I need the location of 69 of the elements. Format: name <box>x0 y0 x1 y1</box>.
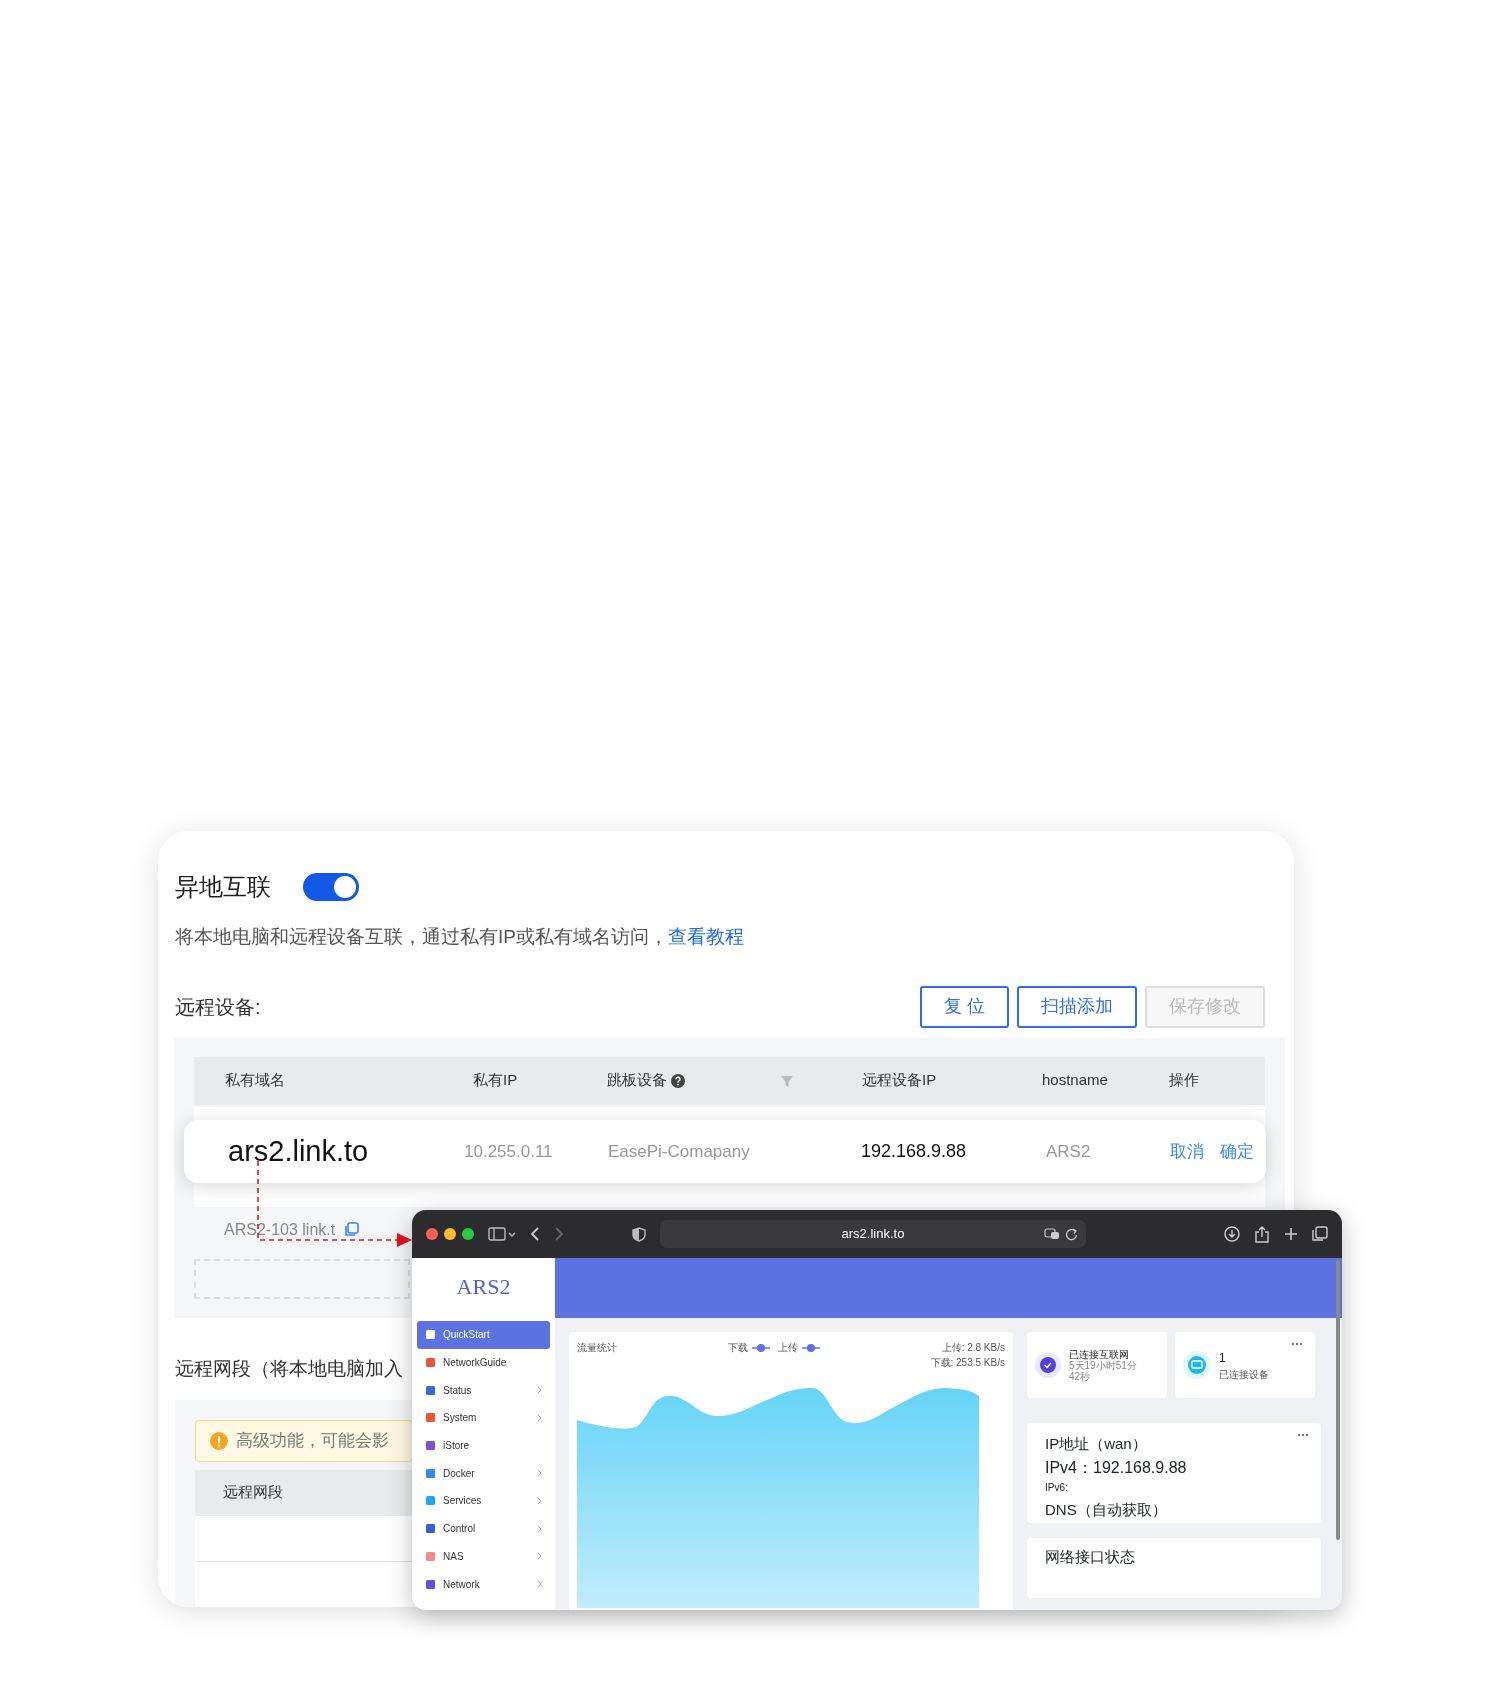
help-icon[interactable] <box>671 1073 685 1088</box>
logo-text: ARS2 <box>455 1273 512 1301</box>
tabs-icon[interactable] <box>1312 1226 1328 1242</box>
download-icon[interactable] <box>1224 1226 1240 1242</box>
action-link[interactable]: 确定 <box>1220 1138 1254 1165</box>
action-link[interactable]: 取消 <box>1170 1138 1204 1165</box>
share-icon[interactable] <box>1254 1225 1270 1243</box>
interface-title: 网络接口状态 <box>1045 1547 1136 1567</box>
column-header: 远程网段 <box>223 1482 283 1503</box>
table-cell-text: 10.255.0.11 <box>464 1140 554 1163</box>
upload-speed: 上传: 2.8 KB/s <box>941 1341 1005 1355</box>
sidebar-item[interactable]: QuickStart <box>417 1321 550 1349</box>
action-button[interactable]: 复 位 <box>920 985 1009 1028</box>
column-header: 私有域名 <box>225 1070 285 1091</box>
section-label: 远程设备: <box>175 994 261 1020</box>
device-icon <box>1183 1351 1211 1379</box>
download-speed: 下载: 253.5 KB/s <box>930 1356 1005 1370</box>
column-header: 私有IP <box>473 1070 518 1091</box>
sidebar-item[interactable]: Services <box>417 1487 550 1515</box>
forward-icon[interactable] <box>554 1227 564 1241</box>
translate-icon[interactable] <box>1044 1227 1060 1241</box>
back-icon[interactable] <box>530 1227 540 1241</box>
url-text: ars2.link.to <box>841 1225 905 1244</box>
sidebar-item[interactable]: NAS <box>417 1542 550 1571</box>
table-cell-text: ARS2 <box>1046 1140 1092 1163</box>
ip-title: IP地址（wan） <box>1045 1434 1148 1454</box>
legend-label: 上传 <box>777 1341 798 1355</box>
column-header: hostname <box>1042 1070 1108 1091</box>
status-text: 已连接互联网 <box>1069 1348 1129 1360</box>
column-header: 跳板设备 <box>607 1070 667 1091</box>
sidebar-item[interactable]: NetworkGuide <box>417 1348 550 1377</box>
uptime-text: 5天19小时51分42秒 <box>1069 1359 1138 1382</box>
description-text: 将本地电脑和远程设备互联，通过私有IP或私有域名访问，查看教程 <box>175 925 745 949</box>
plus-icon[interactable] <box>1284 1227 1298 1241</box>
tutorial-link[interactable]: 查看教程 <box>667 926 744 947</box>
check-icon <box>1035 1352 1061 1378</box>
domain-text: ars2.link.to <box>228 1133 370 1169</box>
section-label: 远程网段（将本地电脑加入 <box>175 1356 403 1381</box>
device-count: 1 <box>1219 1349 1227 1367</box>
dns-text: DNS（自动获取） <box>1045 1499 1168 1520</box>
sidebar-item[interactable]: Docker <box>417 1459 550 1488</box>
sidebar-icon[interactable] <box>488 1227 516 1241</box>
sidebar-item[interactable]: System <box>417 1404 550 1432</box>
sidebar-item[interactable]: Network <box>417 1570 550 1598</box>
address-bar[interactable]: ars2.link.to <box>660 1220 1086 1248</box>
chart-title: 流量统计 <box>577 1341 617 1355</box>
legend-label: 下载 <box>727 1341 748 1355</box>
action-button[interactable]: 扫描添加 <box>1017 985 1137 1028</box>
column-header: 操作 <box>1169 1070 1199 1091</box>
column-header: 远程设备IP <box>862 1070 937 1091</box>
device-label: 已连接设备 <box>1219 1367 1269 1382</box>
domain-text: ARS2-103 link.t <box>224 1219 336 1240</box>
reload-icon[interactable] <box>1065 1227 1078 1241</box>
more-icon[interactable] <box>1291 1342 1303 1346</box>
shield-icon[interactable] <box>632 1226 646 1242</box>
warning-text: 高级功能，可能会影 <box>236 1429 389 1452</box>
sidebar-item[interactable]: Status <box>417 1376 550 1405</box>
ipv6-text: IPv6: <box>1045 1480 1069 1495</box>
warning-icon <box>210 1431 228 1450</box>
toggle-switch[interactable] <box>303 873 359 901</box>
table-cell-text: EasePi-Comapany <box>608 1140 751 1163</box>
section-title: 异地互联 <box>175 872 271 902</box>
sidebar-item[interactable]: Control <box>417 1514 550 1543</box>
ipv4-text: IPv4：192.168.9.88 <box>1045 1457 1188 1478</box>
copy-icon[interactable] <box>343 1222 360 1237</box>
table-cell-text: 192.168.9.88 <box>861 1140 968 1163</box>
more-icon[interactable] <box>1297 1433 1309 1437</box>
sidebar-item[interactable]: iStore <box>417 1431 550 1460</box>
window-controls[interactable] <box>426 1228 474 1240</box>
